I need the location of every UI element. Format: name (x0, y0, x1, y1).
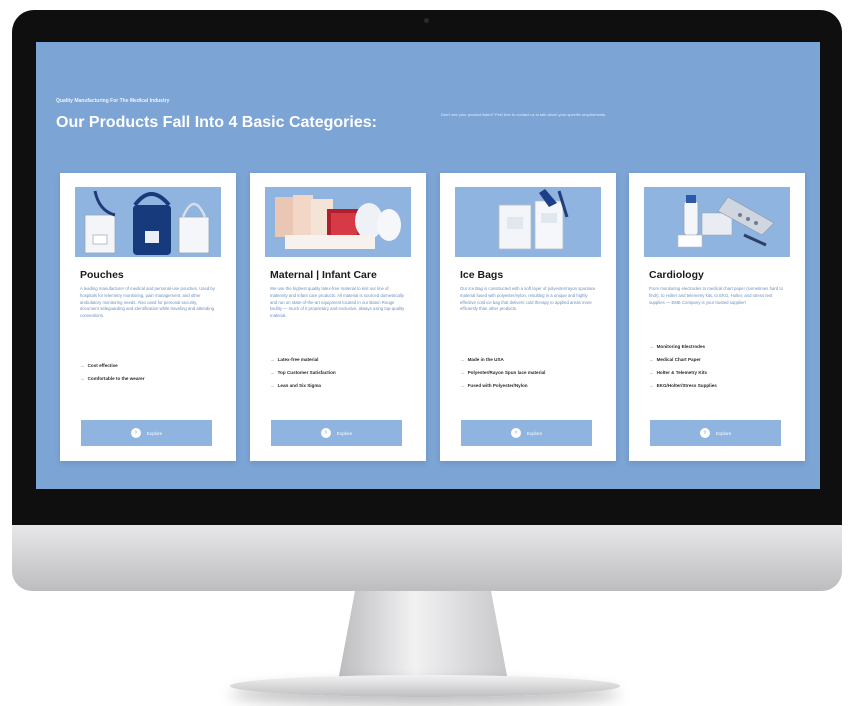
chevron-right-circle-icon: › (320, 428, 331, 438)
arrow-right-icon: → (460, 357, 465, 362)
chevron-right-circle-icon: › (130, 428, 141, 438)
arrow-right-icon: → (270, 357, 275, 362)
card-title: Cardiology (649, 269, 704, 281)
feature-item: → Latex-free material (270, 357, 319, 362)
arrow-right-icon: → (649, 357, 654, 362)
section-eyebrow: Quality Manufacturing For The Medical In… (56, 98, 170, 104)
monitor-stand-neck (338, 591, 508, 681)
cardiology-image (644, 187, 790, 257)
product-card-ice-bags: Ice Bags Our Ice Bag is constructed with… (440, 173, 616, 461)
product-card-cardiology: Cardiology From monitoring electrodes to… (629, 173, 805, 461)
feature-item: → Lean and Six Sigma (270, 383, 321, 388)
feature-item: → Fused with Polyester/Nylon (460, 383, 528, 388)
explore-button-label: Explore (146, 430, 163, 436)
card-description: We use the highest quality latex-free ma… (270, 286, 405, 319)
explore-button-label: Explore (715, 430, 732, 436)
card-title: Maternal | Infant Care (270, 269, 377, 281)
feature-item: → EKG/Holter/Stress Supplies (649, 383, 717, 388)
product-card-pouches: Pouches A leading manufacturer of medica… (60, 173, 236, 461)
feature-item: → Top Customer Satisfaction (270, 370, 336, 375)
section-note: Don't see your product listed? Feel free… (441, 112, 607, 117)
explore-button[interactable]: › Explore (650, 420, 781, 446)
feature-item: → Cost effective (80, 363, 118, 368)
monitor-frame: Quality Manufacturing For The Medical In… (12, 10, 842, 525)
feature-list: → Monitoring Electrodes → Medical Chart Pa… (649, 344, 789, 396)
card-description: Our Ice Bag is constructed with a soft l… (460, 286, 596, 312)
feature-item: → Polyester/Rayon Spun lace material (460, 370, 546, 375)
camera-icon (424, 18, 429, 23)
feature-list: → Latex-free material → Top Customer Satis… (270, 357, 410, 396)
feature-list: → Cost effective → Comfortable to the wear… (80, 363, 220, 389)
pouches-image (75, 187, 221, 257)
explore-button-label: Explore (336, 430, 353, 436)
ice-bags-image (455, 187, 601, 257)
feature-item: → Made in the USA (460, 357, 504, 362)
arrow-right-icon: → (460, 383, 465, 388)
card-description: A leading manufacturer of medical and pe… (80, 286, 215, 319)
feature-item: → Comfortable to the wearer (80, 376, 145, 381)
chevron-right-circle-icon: › (510, 428, 521, 438)
card-description: From monitoring electrodes to medical ch… (649, 286, 783, 305)
arrow-right-icon: → (270, 383, 275, 388)
arrow-right-icon: → (649, 370, 654, 375)
arrow-right-icon: → (80, 376, 85, 381)
explore-button[interactable]: › Explore (271, 420, 402, 446)
explore-button[interactable]: › Explore (461, 420, 592, 446)
monitor-chin (12, 525, 842, 591)
arrow-right-icon: → (80, 363, 85, 368)
feature-item: → Holter & Telemetry Kits (649, 370, 708, 375)
chevron-right-circle-icon: › (699, 428, 710, 438)
arrow-right-icon: → (270, 370, 275, 375)
feature-list: → Made in the USA → Polyester/Rayon Spun l… (460, 357, 600, 396)
card-title: Ice Bags (460, 269, 504, 281)
feature-item: → Medical Chart Paper (649, 357, 701, 362)
product-card-maternal-infant-care: Maternal | Infant Care We use the highes… (250, 173, 426, 461)
explore-button[interactable]: › Explore (81, 420, 212, 446)
arrow-right-icon: → (649, 383, 654, 388)
section-headline: Our Products Fall Into 4 Basic Categorie… (56, 114, 377, 131)
monitor-stand-base (230, 675, 620, 697)
maternal-infant-care-image (265, 187, 411, 257)
website-screen: Quality Manufacturing For The Medical In… (36, 42, 820, 489)
card-title: Pouches (80, 269, 124, 281)
arrow-right-icon: → (460, 370, 465, 375)
feature-item: → Monitoring Electrodes (649, 344, 706, 349)
explore-button-label: Explore (526, 430, 543, 436)
arrow-right-icon: → (649, 344, 654, 349)
